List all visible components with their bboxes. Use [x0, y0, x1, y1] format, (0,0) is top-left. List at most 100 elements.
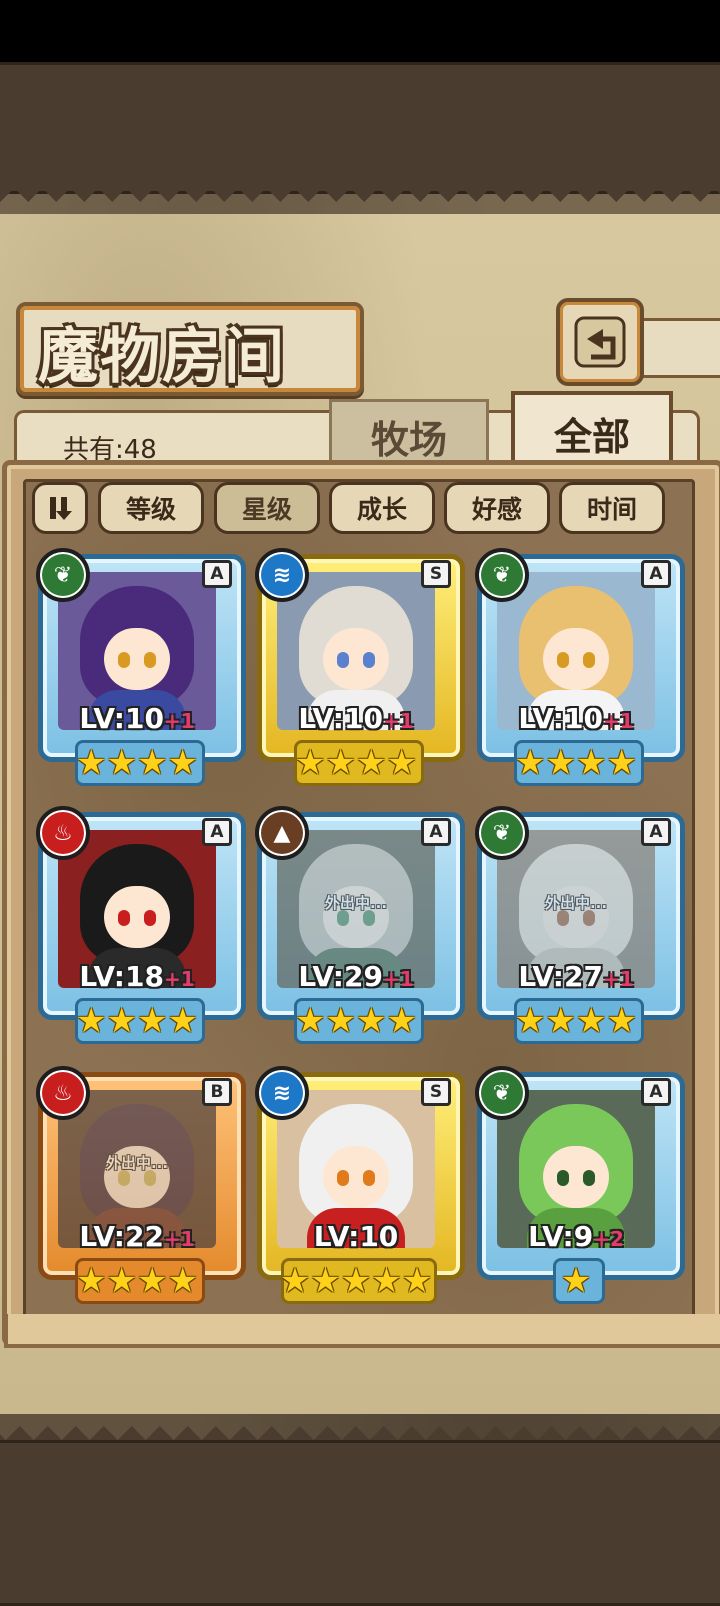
- monster-card[interactable]: 外出中... ❦ A LV:27+1 ★ ★ ★ ★: [475, 806, 685, 1044]
- monster-card[interactable]: ♨ A LV:18+1 ★ ★ ★ ★: [36, 806, 246, 1044]
- monster-card[interactable]: ❦ A LV:9+2 ★: [475, 1066, 685, 1304]
- sort-growth-button[interactable]: 成长: [329, 482, 435, 534]
- flame-icon: ♨: [36, 806, 90, 860]
- monster-level: LV:10: [313, 1220, 399, 1253]
- rank-badge: A: [421, 818, 451, 846]
- monster-card[interactable]: ≋ S LV:10 ★ ★ ★ ★ ★: [255, 1066, 465, 1304]
- rank-badge: A: [641, 1078, 671, 1106]
- water-wave-icon: ≋: [255, 1066, 309, 1120]
- bottom-band: [0, 1440, 720, 1606]
- monster-level: LV:29+1: [298, 960, 414, 993]
- star-icon: ★: [106, 1261, 137, 1301]
- star-rating: ★ ★ ★ ★: [38, 1262, 236, 1302]
- away-status: 外出中...: [544, 894, 608, 912]
- level-bonus: +1: [602, 709, 634, 733]
- sort-star-button[interactable]: 星级: [214, 482, 320, 534]
- rank-badge: A: [202, 818, 232, 846]
- star-icon: ★: [137, 1261, 168, 1301]
- leaf-icon: ❦: [475, 806, 529, 860]
- rank-badge: B: [202, 1078, 232, 1106]
- star-icon: ★: [545, 1001, 576, 1041]
- star-icon: ★: [137, 743, 168, 783]
- star-icon: ★: [401, 1261, 433, 1301]
- monster-level: LV:22+1: [79, 1220, 195, 1253]
- away-status: 外出中...: [105, 1154, 169, 1172]
- back-arrow-icon: [574, 316, 626, 368]
- sort-order-icon: [50, 497, 72, 520]
- star-icon: ★: [106, 1001, 137, 1041]
- star-icon: ★: [606, 1001, 637, 1041]
- level-bonus: +2: [593, 1227, 624, 1251]
- star-icon: ★: [606, 743, 637, 783]
- star-icon: ★: [167, 1261, 198, 1301]
- star-icon: ★: [325, 1001, 356, 1041]
- star-icon: ★: [560, 1261, 592, 1301]
- level-bonus: +1: [602, 967, 634, 991]
- star-icon: ★: [167, 743, 198, 783]
- leaf-icon: ❦: [475, 548, 529, 602]
- star-rating: ★ ★ ★ ★: [38, 744, 236, 784]
- star-icon: ★: [279, 1261, 311, 1301]
- star-icon: ★: [76, 1261, 107, 1301]
- monster-level: LV:27+1: [518, 960, 634, 993]
- sort-time-button[interactable]: 时间: [559, 482, 665, 534]
- level-bonus: +1: [163, 1227, 195, 1251]
- star-icon: ★: [386, 1001, 417, 1041]
- zigzag-border-bottom: [0, 1414, 720, 1440]
- rank-badge: A: [202, 560, 232, 588]
- star-icon: ★: [576, 743, 607, 783]
- flame-icon: ♨: [36, 1066, 90, 1120]
- rank-badge: A: [641, 560, 671, 588]
- star-rating: ★: [477, 1262, 675, 1302]
- leaf-icon: ❦: [475, 1066, 529, 1120]
- away-status: 外出中...: [324, 894, 388, 912]
- star-icon: ★: [386, 743, 417, 783]
- level-bonus: +1: [382, 709, 414, 733]
- zigzag-border-top: [0, 188, 720, 214]
- monster-card[interactable]: 外出中... ▲ A LV:29+1 ★ ★ ★ ★: [255, 806, 465, 1044]
- star-icon: ★: [106, 743, 137, 783]
- monster-level: LV:10+1: [518, 702, 634, 735]
- leaf-icon: ❦: [36, 548, 90, 602]
- sort-level-button[interactable]: 等级: [98, 482, 204, 534]
- level-bonus: +1: [163, 967, 195, 991]
- star-rating: ★ ★ ★ ★: [257, 1002, 455, 1042]
- monster-level: LV:9+2: [528, 1220, 624, 1253]
- water-wave-icon: ≋: [255, 548, 309, 602]
- monster-level: LV:10+1: [79, 702, 195, 735]
- rank-badge: S: [421, 1078, 451, 1106]
- mountain-icon: ▲: [255, 806, 309, 860]
- star-icon: ★: [167, 1001, 198, 1041]
- star-rating: ★ ★ ★ ★ ★: [257, 1262, 455, 1302]
- status-bar: [0, 0, 720, 64]
- monster-level: LV:18+1: [79, 960, 195, 993]
- star-icon: ★: [137, 1001, 168, 1041]
- back-button[interactable]: [556, 298, 644, 386]
- title-plate: 魔物房间: [16, 302, 364, 396]
- top-band: [0, 62, 720, 194]
- star-rating: ★ ★ ★ ★: [38, 1002, 236, 1042]
- tab-all[interactable]: 全部: [511, 391, 673, 471]
- star-icon: ★: [325, 743, 356, 783]
- level-bonus: +1: [382, 967, 414, 991]
- level-bonus: +1: [163, 709, 195, 733]
- star-icon: ★: [576, 1001, 607, 1041]
- star-icon: ★: [515, 1001, 546, 1041]
- monster-card[interactable]: ❦ A LV:10+1 ★ ★ ★ ★: [475, 548, 685, 786]
- sort-affinity-button[interactable]: 好感: [444, 482, 550, 534]
- monster-level: LV:10+1: [298, 702, 414, 735]
- star-icon: ★: [295, 1001, 326, 1041]
- sort-order-toggle[interactable]: [32, 482, 88, 534]
- monster-card[interactable]: 外出中... ♨ B LV:22+1 ★ ★ ★ ★: [36, 1066, 246, 1304]
- star-rating: ★ ★ ★ ★: [477, 744, 675, 784]
- star-icon: ★: [295, 743, 326, 783]
- star-icon: ★: [340, 1261, 372, 1301]
- star-icon: ★: [356, 743, 387, 783]
- panel-footer: [4, 1314, 720, 1348]
- page-title: 魔物房间: [38, 322, 286, 392]
- star-icon: ★: [76, 743, 107, 783]
- rank-badge: S: [421, 560, 451, 588]
- star-icon: ★: [545, 743, 576, 783]
- monster-card[interactable]: ❦ A LV:10+1 ★ ★ ★ ★: [36, 548, 246, 786]
- monster-card[interactable]: ≋ S LV:10+1 ★ ★ ★ ★: [255, 548, 465, 786]
